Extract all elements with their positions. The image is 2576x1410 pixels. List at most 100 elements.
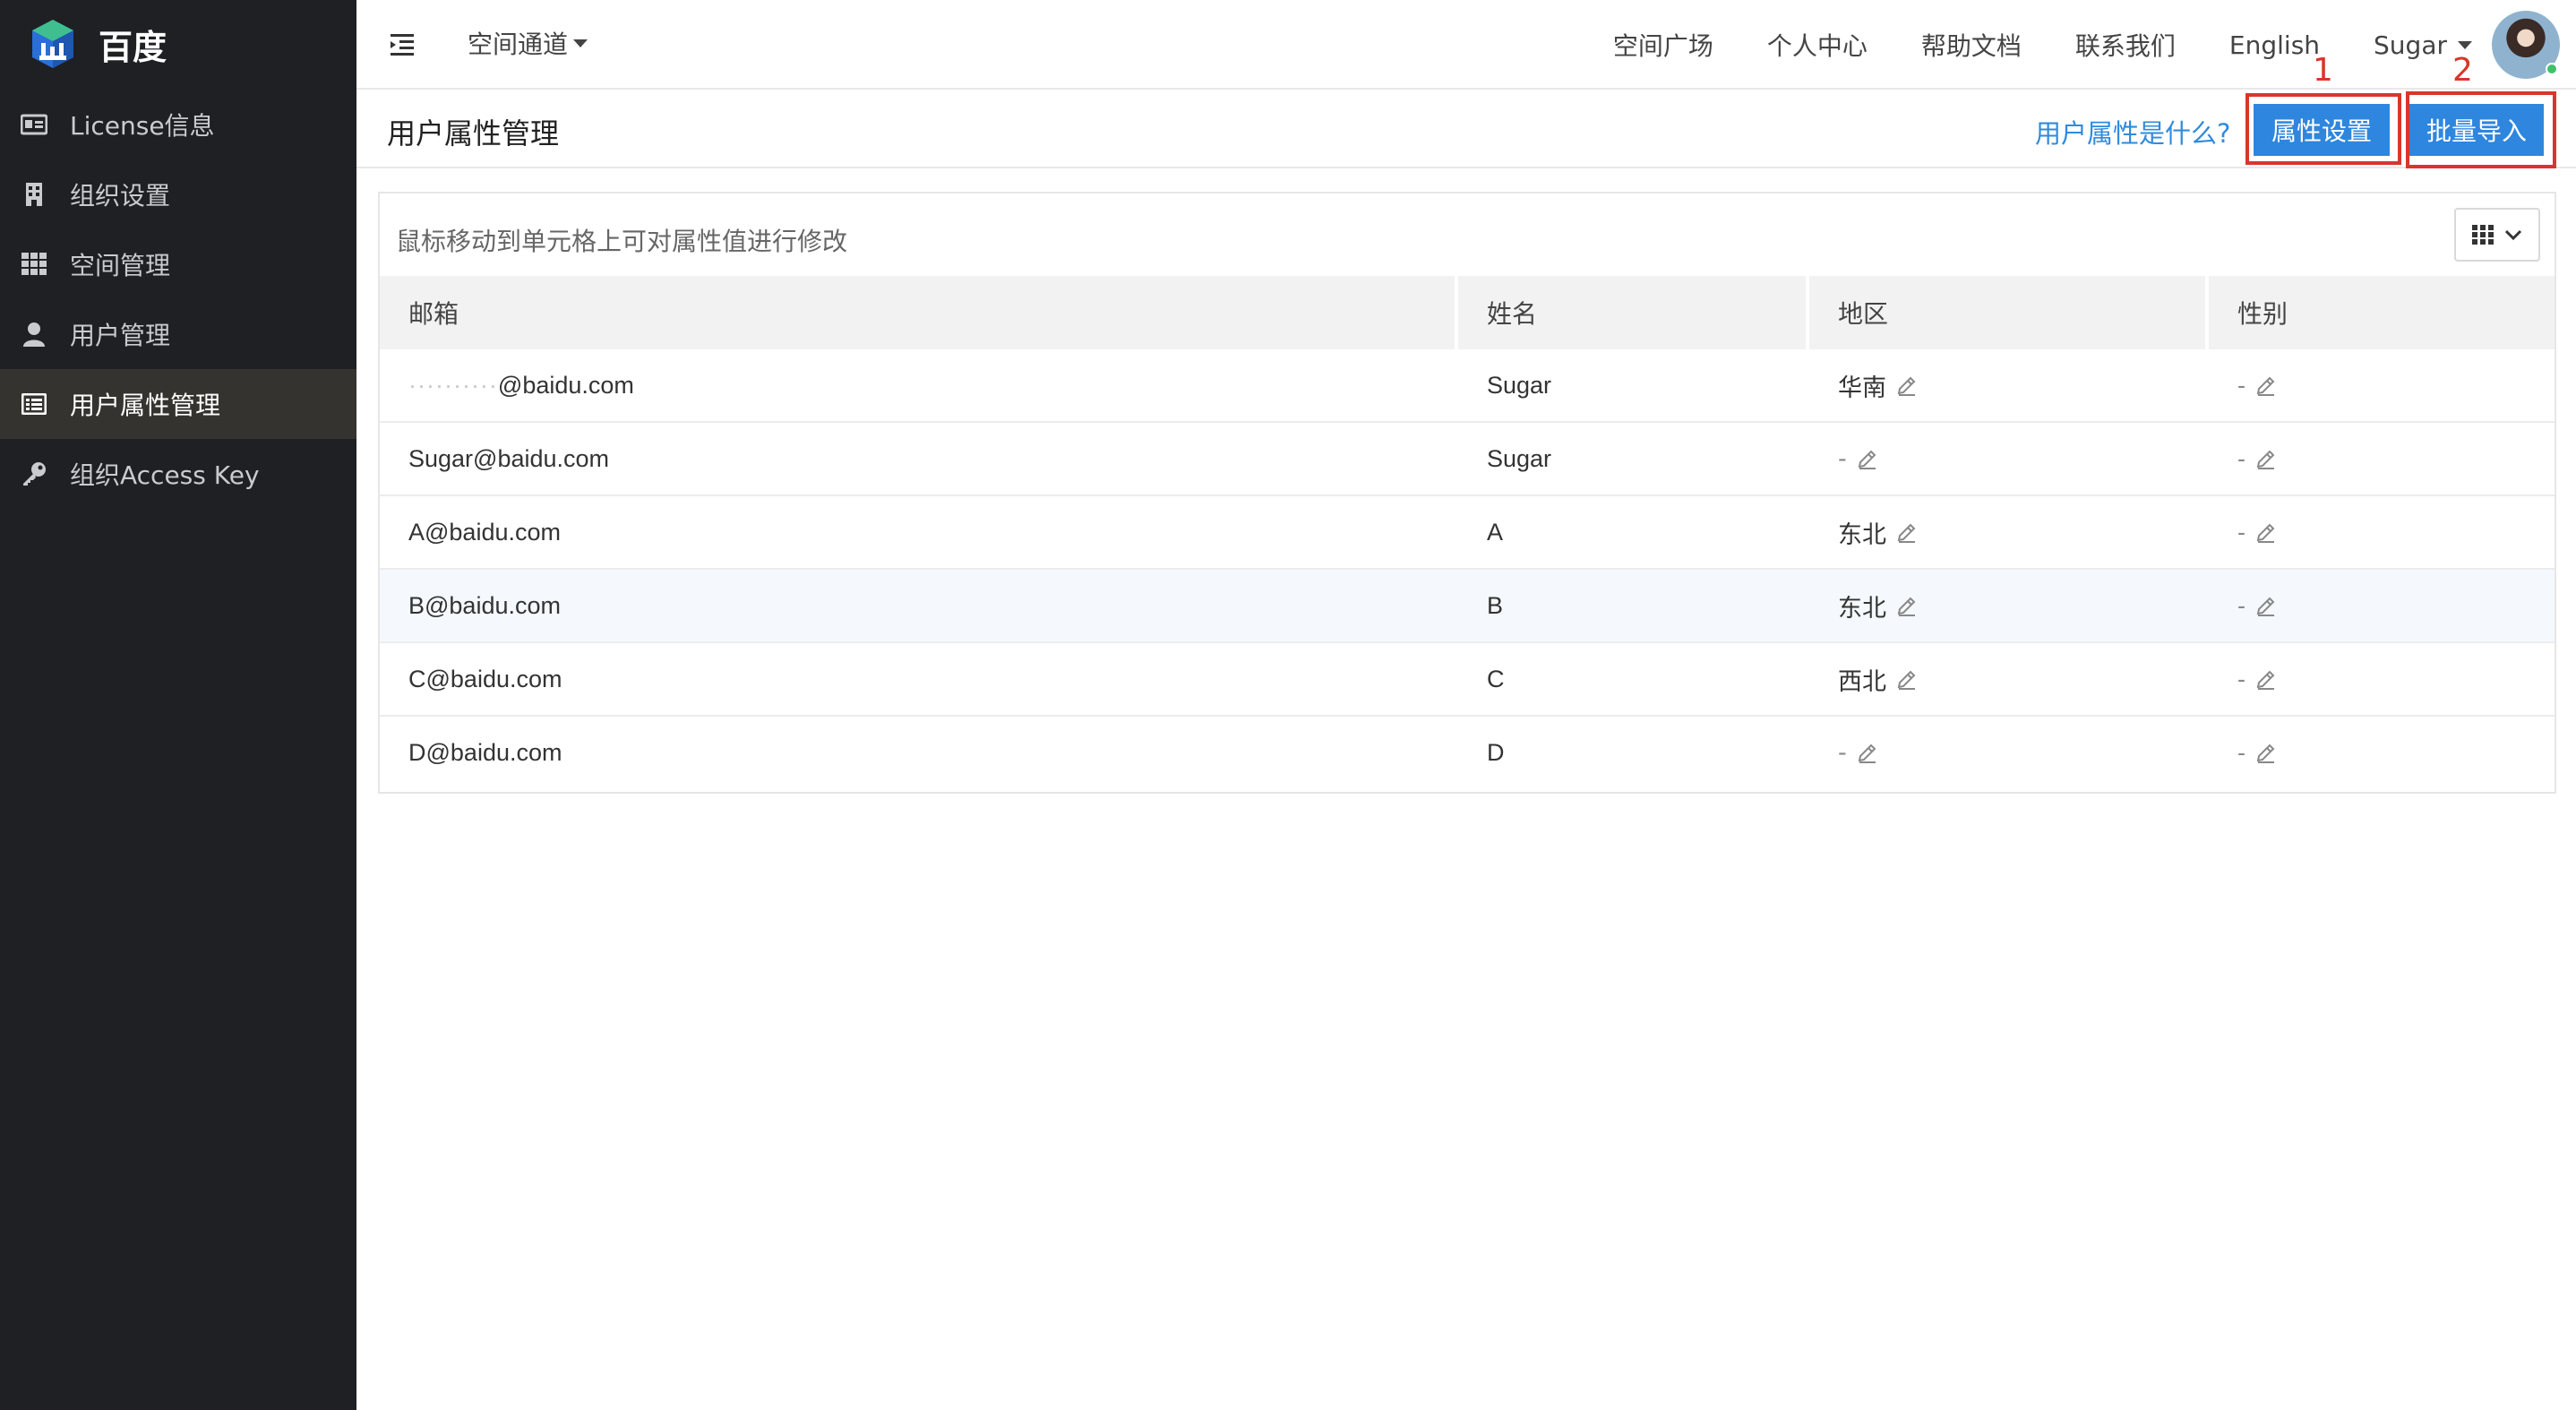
region-text: 东北 — [1838, 594, 1886, 623]
cell-region[interactable]: - — [1809, 717, 2209, 788]
region-text: 华南 — [1838, 374, 1886, 402]
cell-name: D — [1458, 717, 1809, 788]
edit-pencil-icon[interactable] — [2254, 520, 2278, 544]
name-text: D — [1487, 738, 1505, 766]
cell-region[interactable]: 东北 — [1809, 570, 2209, 641]
sidebar-item-label: 组织Access Key — [70, 460, 260, 490]
name-text: Sugar — [1487, 371, 1552, 399]
grid-icon — [20, 250, 48, 279]
space-nav-dropdown[interactable]: 空间通道 — [468, 25, 588, 61]
table-header: 邮箱 姓名 地区 性别 — [380, 276, 2555, 349]
chevron-down-icon — [2458, 40, 2472, 49]
annotation-number-2: 2 — [2452, 52, 2473, 89]
sidebar-item-license[interactable]: License信息 — [0, 90, 356, 159]
cell-email: Sugar@baidu.com — [380, 423, 1458, 494]
logo-icon — [32, 20, 73, 68]
cell-email: ·········· @baidu.com — [380, 349, 1458, 421]
table-row: ·········· @baidu.com Sugar 华南 - — [380, 349, 2555, 423]
sidebar-item-access-key[interactable]: 组织Access Key — [0, 439, 356, 509]
id-card-icon — [20, 110, 48, 139]
user-attributes-table-card: 鼠标移动到单元格上可对属性值进行修改 邮箱 姓名 地区 性别 ·········… — [378, 192, 2556, 794]
table-hint: 鼠标移动到单元格上可对属性值进行修改 — [396, 227, 848, 256]
link-space-square[interactable]: 空间广场 — [1613, 27, 1713, 63]
cell-gender[interactable]: - — [2209, 423, 2555, 494]
sidebar-nav: License信息 组织设置 空间管理 用户管理 用户属性管理 组织Access… — [0, 90, 356, 509]
chevron-down-icon — [2504, 229, 2522, 241]
gender-text: - — [2237, 371, 2245, 399]
avatar[interactable] — [2492, 11, 2560, 79]
brand-name: 百度 — [99, 27, 167, 67]
email-text: D@baidu.com — [408, 738, 562, 766]
column-header-email: 邮箱 — [380, 276, 1458, 349]
edit-pencil-icon[interactable] — [1895, 374, 1919, 397]
cell-gender[interactable]: - — [2209, 496, 2555, 568]
key-icon — [20, 460, 48, 488]
sidebar-item-label: 用户管理 — [70, 321, 171, 350]
name-text: A — [1487, 518, 1504, 546]
sidebar-item-org-settings[interactable]: 组织设置 — [0, 159, 356, 229]
column-settings-button[interactable] — [2454, 208, 2540, 262]
link-help-docs[interactable]: 帮助文档 — [1921, 27, 2022, 63]
cell-region[interactable]: 华南 — [1809, 349, 2209, 421]
building-icon — [20, 180, 48, 209]
column-header-name: 姓名 — [1458, 276, 1809, 349]
cell-gender[interactable]: - — [2209, 349, 2555, 421]
column-header-gender: 性别 — [2237, 299, 2288, 329]
annotation-number-1: 1 — [2313, 52, 2333, 89]
name-text: B — [1487, 591, 1504, 619]
email-text: C@baidu.com — [408, 665, 562, 692]
edit-pencil-icon[interactable] — [1895, 520, 1919, 544]
link-personal-center[interactable]: 个人中心 — [1767, 27, 1868, 63]
sidebar-item-user-management[interactable]: 用户管理 — [0, 299, 356, 369]
edit-pencil-icon[interactable] — [1895, 667, 1919, 691]
gender-text: - — [2237, 518, 2245, 546]
link-english[interactable]: English — [2229, 30, 2320, 60]
page-header: 用户属性管理 用户属性是什么? 属性设置 批量导入 — [356, 91, 2576, 168]
sidebar-item-label: 用户属性管理 — [70, 391, 221, 420]
email-prefix-blurred: ·········· — [408, 371, 498, 399]
cell-region[interactable]: 西北 — [1809, 643, 2209, 715]
region-text: 西北 — [1838, 667, 1886, 696]
online-status-dot — [2546, 63, 2558, 75]
collapse-menu-icon[interactable] — [387, 29, 417, 59]
link-contact-us[interactable]: 联系我们 — [2075, 27, 2176, 63]
sidebar-item-space-management[interactable]: 空间管理 — [0, 229, 356, 299]
cell-gender[interactable]: - — [2209, 643, 2555, 715]
sidebar-item-label: 空间管理 — [70, 251, 171, 280]
help-link-what-are-attributes[interactable]: 用户属性是什么? — [2035, 113, 2230, 150]
user-icon — [20, 320, 48, 348]
edit-pencil-icon[interactable] — [2254, 447, 2278, 470]
brand-logo[interactable]: 百度 — [25, 13, 167, 75]
chevron-down-icon — [573, 39, 588, 47]
cell-region[interactable]: - — [1809, 423, 2209, 494]
email-text: Sugar@baidu.com — [408, 444, 610, 472]
annotation-box-1 — [2245, 93, 2401, 165]
gender-text: - — [2237, 444, 2245, 472]
region-text: 东北 — [1838, 520, 1886, 549]
edit-pencil-icon[interactable] — [2254, 374, 2278, 397]
edit-pencil-icon[interactable] — [2254, 741, 2278, 764]
cell-email: C@baidu.com — [380, 643, 1458, 715]
email-text: B@baidu.com — [408, 591, 561, 619]
cell-region[interactable]: 东北 — [1809, 496, 2209, 568]
sidebar-item-label: 组织设置 — [70, 181, 171, 211]
cell-gender[interactable]: - — [2209, 717, 2555, 788]
cell-name: A — [1458, 496, 1809, 568]
table-row: B@baidu.com B 东北 - — [380, 570, 2555, 643]
sidebar-item-user-attributes[interactable]: 用户属性管理 — [0, 369, 356, 439]
cell-gender[interactable]: - — [2209, 570, 2555, 641]
email-text: A@baidu.com — [408, 518, 561, 546]
gender-text: - — [2237, 591, 2245, 619]
grid-icon — [2472, 225, 2494, 245]
table-row: D@baidu.com D - - — [380, 717, 2555, 790]
top-bar: 空间通道 空间广场 个人中心 帮助文档 联系我们 English Sugar — [356, 0, 2576, 90]
cell-email: B@baidu.com — [380, 570, 1458, 641]
edit-pencil-icon[interactable] — [1895, 594, 1919, 617]
edit-pencil-icon[interactable] — [1856, 741, 1879, 764]
region-text: - — [1838, 738, 1847, 767]
edit-pencil-icon[interactable] — [1856, 447, 1879, 470]
edit-pencil-icon[interactable] — [2254, 594, 2278, 617]
sidebar-item-label: License信息 — [70, 111, 215, 141]
table-row: A@baidu.com A 东北 - — [380, 496, 2555, 570]
edit-pencil-icon[interactable] — [2254, 667, 2278, 691]
